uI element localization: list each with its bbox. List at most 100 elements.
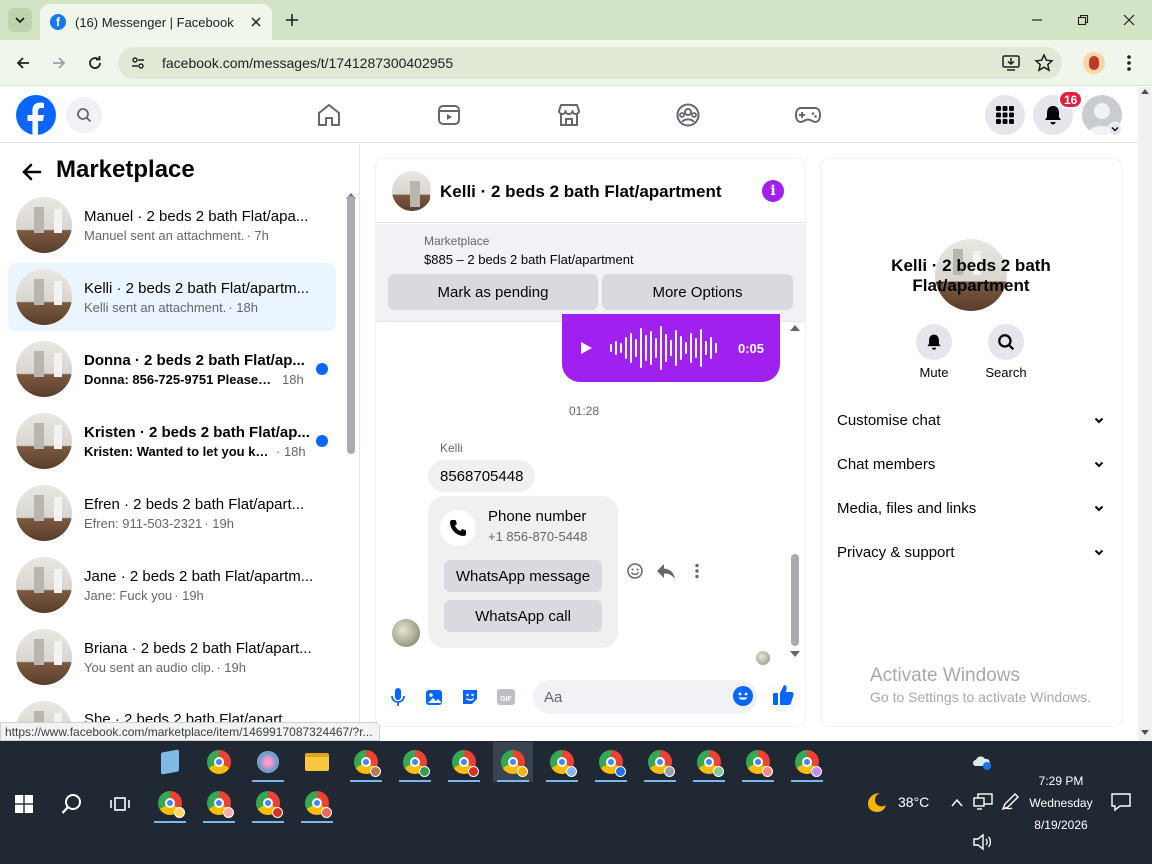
whatsapp-call-button[interactable]: WhatsApp call	[444, 600, 602, 632]
bookmark-star-icon[interactable]	[1034, 53, 1054, 73]
conversation-item[interactable]: Briana · 2 beds 2 bath Flat/apart... You…	[8, 623, 336, 691]
network-icon[interactable]	[972, 793, 994, 811]
reload-button[interactable]	[84, 52, 106, 74]
reply-icon[interactable]	[656, 562, 676, 580]
restore-button[interactable]	[1071, 8, 1095, 32]
taskbar-app-chrome[interactable]	[199, 742, 239, 782]
address-bar[interactable]: facebook.com/messages/t/1741287300402955	[118, 47, 1062, 79]
sender-avatar[interactable]	[392, 619, 420, 647]
chat-scrollbar[interactable]	[791, 554, 799, 646]
taskbar-app-chrome-profile[interactable]	[346, 742, 386, 782]
taskbar-app-file-explorer[interactable]	[297, 742, 337, 782]
react-emoji-icon[interactable]	[626, 562, 644, 580]
notification-center-icon[interactable]	[1110, 792, 1132, 812]
voice-clip-icon[interactable]	[387, 686, 409, 708]
marketplace-nav-button[interactable]	[555, 101, 583, 129]
gaming-nav-button[interactable]	[794, 101, 822, 129]
onedrive-sync-icon[interactable]	[970, 752, 994, 772]
show-hidden-icons[interactable]	[949, 795, 965, 811]
section-chat-members[interactable]: Chat members	[837, 452, 1105, 476]
mute-button[interactable]	[916, 324, 952, 360]
thumbs-up-icon[interactable]	[771, 683, 795, 707]
home-nav-button[interactable]	[315, 101, 343, 129]
taskbar-app-chrome-profile[interactable]	[738, 742, 778, 782]
back-to-chats-button[interactable]	[20, 160, 44, 184]
taskbar-search-button[interactable]	[54, 786, 90, 822]
mark-as-pending-button[interactable]: Mark as pending	[388, 274, 598, 310]
sticker-icon[interactable]	[459, 686, 481, 708]
conversation-item[interactable]: Kristen · 2 beds 2 bath Flat/ap... Krist…	[8, 407, 336, 475]
conversation-item-active[interactable]: Kelli · 2 beds 2 bath Flat/apartm... Kel…	[8, 263, 336, 331]
reload-icon	[89, 56, 101, 69]
new-tab-button[interactable]	[282, 10, 302, 30]
whatsapp-message-button[interactable]: WhatsApp message	[444, 560, 602, 592]
groups-nav-button[interactable]	[674, 101, 702, 129]
back-button[interactable]	[12, 52, 34, 74]
listing-thumbnail	[16, 629, 72, 685]
scroll-up-arrow[interactable]	[790, 325, 800, 331]
menu-button[interactable]	[985, 95, 1025, 135]
more-menu-icon[interactable]	[1121, 53, 1137, 73]
taskbar-app-chrome-profile[interactable]	[199, 783, 239, 823]
taskbar-app-chrome-profile[interactable]	[297, 783, 337, 823]
scroll-down-arrow[interactable]	[790, 651, 800, 657]
forward-button[interactable]	[48, 52, 70, 74]
more-vertical-icon[interactable]	[688, 562, 706, 580]
gif-icon[interactable]: GIF	[495, 686, 517, 708]
account-menu-chevron[interactable]	[1108, 122, 1122, 136]
section-customise-chat[interactable]: Customise chat	[837, 408, 1105, 432]
search-in-chat-button[interactable]	[988, 324, 1024, 360]
message-input[interactable]: Aa	[533, 680, 757, 714]
taskbar-app-notepad[interactable]	[150, 742, 190, 782]
system-clock[interactable]: 7:29 PM Wednesday 8/19/2026	[1026, 770, 1096, 836]
message-bubble[interactable]: 8568705448	[428, 460, 536, 492]
listing-thumbnail	[16, 557, 72, 613]
pen-icon[interactable]	[1000, 793, 1020, 811]
conversation-item[interactable]: Donna · 2 beds 2 bath Flat/ap... Donna: …	[8, 335, 336, 403]
seen-indicator-avatar	[756, 651, 770, 665]
volume-icon[interactable]	[972, 833, 992, 851]
taskbar-app-chrome-profile[interactable]	[787, 742, 827, 782]
site-info-icon[interactable]	[130, 55, 146, 71]
section-media-files-links[interactable]: Media, files and links	[837, 496, 1105, 520]
more-options-button[interactable]: More Options	[602, 274, 793, 310]
section-privacy-support[interactable]: Privacy & support	[837, 540, 1105, 564]
tab-search-button[interactable]	[8, 8, 32, 32]
facebook-logo-icon[interactable]	[16, 95, 56, 135]
video-nav-button[interactable]	[435, 101, 463, 129]
photo-icon[interactable]	[423, 686, 445, 708]
waveform-bar	[655, 338, 657, 358]
taskbar-app-chrome-profile[interactable]	[689, 742, 729, 782]
page-scrollbar[interactable]	[1138, 87, 1152, 741]
waveform-bar	[675, 330, 677, 366]
close-window-button[interactable]	[1117, 8, 1141, 32]
taskbar-app-chrome-profile[interactable]	[150, 783, 190, 823]
emoji-icon[interactable]	[733, 686, 753, 706]
chat-listing-thumbnail[interactable]	[392, 171, 432, 211]
taskbar-app-chrome-profile-active[interactable]	[493, 742, 533, 782]
taskbar-app-chrome-profile[interactable]	[640, 742, 680, 782]
play-icon[interactable]	[578, 340, 594, 356]
task-view-button[interactable]	[102, 786, 138, 822]
conversation-item[interactable]: Jane · 2 beds 2 bath Flat/apartm... Jane…	[8, 551, 336, 619]
start-button[interactable]	[6, 786, 42, 822]
taskbar-app-chrome-profile[interactable]	[395, 742, 435, 782]
conversation-item[interactable]: Efren · 2 beds 2 bath Flat/apart... Efre…	[8, 479, 336, 547]
minimize-button[interactable]	[1025, 8, 1049, 32]
taskbar-app-chrome-profile[interactable]	[591, 742, 631, 782]
browser-tab[interactable]: f (16) Messenger | Facebook	[40, 4, 272, 40]
taskbar-app-chrome-profile[interactable]	[542, 742, 582, 782]
taskbar-app-chrome-profile[interactable]	[444, 742, 484, 782]
facebook-search-button[interactable]	[66, 97, 102, 133]
weather-widget[interactable]: 38°C	[864, 790, 934, 814]
install-app-icon[interactable]	[1001, 53, 1021, 73]
taskbar-app-chrome-profile[interactable]	[248, 783, 288, 823]
close-icon[interactable]	[250, 16, 262, 28]
conversation-item[interactable]: Manuel · 2 beds 2 bath Flat/apa... Manue…	[8, 191, 336, 259]
taskbar-app-paint[interactable]	[248, 742, 288, 782]
chat-title[interactable]: Kelli · 2 beds 2 bath Flat/apartment	[440, 182, 722, 202]
conversation-list-scrollbar[interactable]	[347, 196, 355, 454]
listing-price[interactable]: $885 – 2 beds 2 bath Flat/apartment	[424, 252, 634, 267]
profile-icon[interactable]	[1083, 52, 1105, 74]
info-icon[interactable]: i	[762, 180, 784, 202]
